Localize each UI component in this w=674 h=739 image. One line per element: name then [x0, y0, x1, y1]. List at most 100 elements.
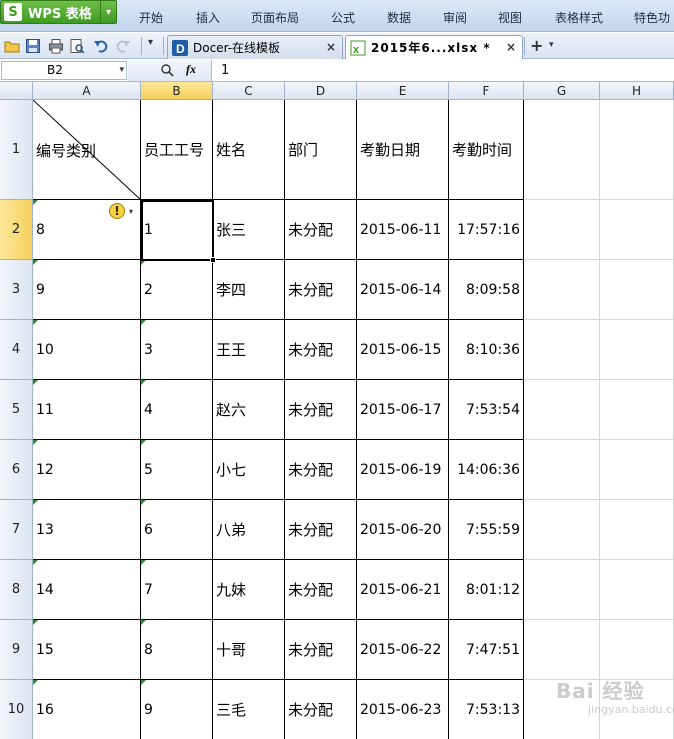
cell-name[interactable]: 小七: [213, 440, 285, 500]
cell-department[interactable]: 未分配: [285, 260, 357, 320]
header-cell-employee-id[interactable]: 员工工号: [141, 100, 213, 200]
column-header-f[interactable]: F: [449, 82, 524, 100]
cell-attendance-time[interactable]: 8:09:58: [449, 260, 524, 320]
empty-cell[interactable]: [524, 320, 600, 380]
row-header-5[interactable]: 5: [0, 380, 33, 440]
empty-cell[interactable]: [600, 560, 674, 620]
empty-cell[interactable]: [524, 620, 600, 680]
empty-cell[interactable]: [600, 440, 674, 500]
empty-cell[interactable]: [600, 100, 674, 200]
cell-category-no[interactable]: 16: [33, 680, 141, 739]
tab-review[interactable]: 审阅: [443, 9, 467, 26]
cell-employee-id[interactable]: 6: [141, 500, 213, 560]
cell-name[interactable]: 李四: [213, 260, 285, 320]
cell-attendance-date[interactable]: 2015-06-14: [357, 260, 449, 320]
row-header-2[interactable]: 2: [0, 200, 33, 260]
cell-attendance-date[interactable]: 2015-06-21: [357, 560, 449, 620]
chevron-down-icon[interactable]: ▾: [119, 62, 124, 79]
column-header-e[interactable]: E: [357, 82, 449, 100]
empty-cell[interactable]: [524, 440, 600, 500]
empty-cell[interactable]: [600, 320, 674, 380]
cell-attendance-date[interactable]: 2015-06-11: [357, 200, 449, 260]
cell-department[interactable]: 未分配: [285, 560, 357, 620]
chevron-down-icon[interactable]: ▾: [549, 40, 554, 50]
cell-attendance-date[interactable]: 2015-06-17: [357, 380, 449, 440]
cell-name[interactable]: 王王: [213, 320, 285, 380]
cell-department[interactable]: 未分配: [285, 500, 357, 560]
empty-cell[interactable]: [600, 500, 674, 560]
empty-cell[interactable]: [600, 620, 674, 680]
header-cell-attendance-date[interactable]: 考勤日期: [357, 100, 449, 200]
row-header-7[interactable]: 7: [0, 500, 33, 560]
cell-department[interactable]: 未分配: [285, 620, 357, 680]
cell-attendance-date[interactable]: 2015-06-22: [357, 620, 449, 680]
tab-home[interactable]: 开始: [139, 9, 163, 26]
empty-cell[interactable]: [524, 200, 600, 260]
cell-name[interactable]: 张三: [213, 200, 285, 260]
cell-name[interactable]: 赵六: [213, 380, 285, 440]
cell-attendance-time[interactable]: 8:10:36: [449, 320, 524, 380]
row-header-6[interactable]: 6: [0, 440, 33, 500]
cell-attendance-time[interactable]: 17:57:16: [449, 200, 524, 260]
tab-page-layout[interactable]: 页面布局: [251, 9, 299, 26]
name-box[interactable]: B2 ▾: [1, 61, 127, 80]
customize-toolbar-icon[interactable]: ▾: [148, 37, 164, 53]
empty-cell[interactable]: [524, 500, 600, 560]
new-tab-plus-icon[interactable]: +: [530, 36, 543, 55]
cell-employee-id[interactable]: 7: [141, 560, 213, 620]
cell-category-no[interactable]: 13: [33, 500, 141, 560]
empty-cell[interactable]: [600, 380, 674, 440]
empty-cell[interactable]: [524, 380, 600, 440]
row-header-10[interactable]: 10: [0, 680, 33, 739]
cell-attendance-time[interactable]: 8:01:12: [449, 560, 524, 620]
column-header-d[interactable]: D: [285, 82, 357, 100]
cell-category-no[interactable]: 15: [33, 620, 141, 680]
cell-department[interactable]: 未分配: [285, 680, 357, 739]
empty-cell[interactable]: [524, 260, 600, 320]
cell-attendance-date[interactable]: 2015-06-20: [357, 500, 449, 560]
cell-attendance-date[interactable]: 2015-06-15: [357, 320, 449, 380]
cell-attendance-date[interactable]: 2015-06-19: [357, 440, 449, 500]
redo-icon[interactable]: [115, 38, 131, 54]
cell-category-no[interactable]: 11: [33, 380, 141, 440]
cell-category-no[interactable]: 14: [33, 560, 141, 620]
tab-formulas[interactable]: 公式: [331, 9, 355, 26]
column-header-h[interactable]: H: [600, 82, 674, 100]
tab-insert[interactable]: 插入: [196, 9, 220, 26]
select-all-corner[interactable]: [0, 82, 33, 100]
print-preview-icon[interactable]: [69, 38, 85, 54]
cell-employee-id[interactable]: 4: [141, 380, 213, 440]
cell-employee-id[interactable]: 1: [141, 200, 213, 260]
cell-category-no[interactable]: 12: [33, 440, 141, 500]
row-header-8[interactable]: 8: [0, 560, 33, 620]
undo-icon[interactable]: [93, 38, 109, 54]
cell-attendance-time[interactable]: 14:06:36: [449, 440, 524, 500]
header-cell-department[interactable]: 部门: [285, 100, 357, 200]
cell-name[interactable]: 八弟: [213, 500, 285, 560]
tab-view[interactable]: 视图: [498, 9, 522, 26]
empty-cell[interactable]: [600, 260, 674, 320]
cell-employee-id[interactable]: 3: [141, 320, 213, 380]
cell-name[interactable]: 三毛: [213, 680, 285, 739]
cell-category-no[interactable]: 9: [33, 260, 141, 320]
column-header-b[interactable]: B: [141, 82, 213, 100]
zoom-lookup-icon[interactable]: [160, 63, 174, 77]
open-folder-icon[interactable]: [4, 38, 20, 54]
formula-input[interactable]: 1: [221, 63, 229, 78]
row-header-3[interactable]: 3: [0, 260, 33, 320]
header-cell-name[interactable]: 姓名: [213, 100, 285, 200]
doc-tab-docer[interactable]: D Docer-在线模板 ×: [167, 35, 343, 59]
column-header-c[interactable]: C: [213, 82, 285, 100]
cell-attendance-date[interactable]: 2015-06-23: [357, 680, 449, 739]
header-cell-attendance-time[interactable]: 考勤时间: [449, 100, 524, 200]
print-icon[interactable]: [48, 38, 64, 54]
column-header-g[interactable]: G: [524, 82, 600, 100]
cell-employee-id[interactable]: 5: [141, 440, 213, 500]
empty-cell[interactable]: [600, 200, 674, 260]
cell-employee-id[interactable]: 9: [141, 680, 213, 739]
close-icon[interactable]: ×: [326, 40, 336, 54]
column-header-a[interactable]: A: [33, 82, 141, 100]
wps-app-menu-button[interactable]: S WPS 表格 ▾: [0, 0, 117, 24]
tab-data[interactable]: 数据: [387, 9, 411, 26]
cell-department[interactable]: 未分配: [285, 440, 357, 500]
